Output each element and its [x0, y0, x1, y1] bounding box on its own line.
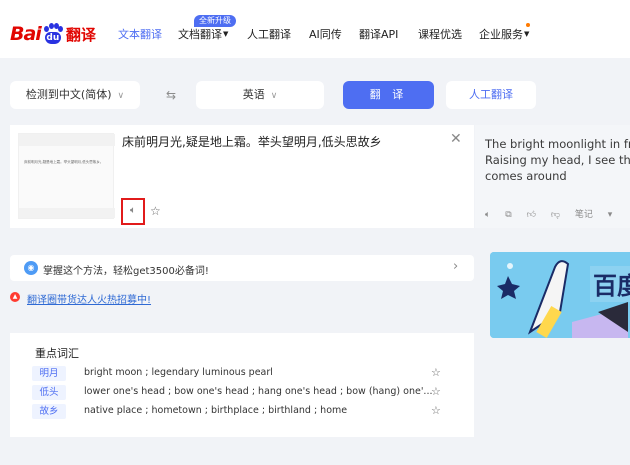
- baidu-fanyi-logo[interactable]: Bai du 翻译: [10, 21, 96, 47]
- notification-dot: [526, 23, 530, 27]
- source-image-thumbnail[interactable]: 床前明月光,疑是地上霜。举头望明月,低头思故乡。: [18, 133, 115, 219]
- copy-icon[interactable]: ⧉: [505, 210, 511, 220]
- chevron-down-icon: ∨: [117, 91, 125, 101]
- source-text-input[interactable]: 床前明月光,疑是地上霜。举头望明月,低头思故乡: [122, 133, 382, 150]
- nav-translate-api[interactable]: 翻译API: [359, 26, 398, 42]
- source-input-panel: 床前明月光,疑是地上霜。举头望明月,低头思故乡。 床前明月光,疑是地上霜。举头望…: [10, 125, 474, 228]
- thumbs-down-icon[interactable]: 👎︎: [551, 210, 560, 220]
- vocabulary-tip-bar[interactable]: ◉ 掌握这个方法，轻松get3500必备词! ›: [10, 255, 474, 281]
- promo-banner[interactable]: 百度: [490, 252, 630, 338]
- fire-icon: ▲: [10, 292, 20, 302]
- human-translate-button[interactable]: 人工翻译: [446, 81, 536, 109]
- source-language-label: 检测到中文(简体): [25, 88, 112, 101]
- vocab-row: 故乡 native place ; hometown ; birthplace …: [32, 404, 464, 419]
- top-navigation-bar: Bai du 翻译 文本翻译 全新升级 文档翻译▼ 人工翻译 AI同传 翻译AP…: [0, 0, 630, 58]
- vocab-definition: native place ; hometown ; birthplace ; b…: [84, 405, 348, 416]
- nav-document-translate[interactable]: 文档翻译▼: [178, 26, 228, 42]
- logo-bai-text: Bai: [10, 23, 42, 45]
- speaker-icon[interactable]: 🔈︎: [121, 198, 145, 225]
- chevron-right-icon: ›: [453, 259, 459, 274]
- recruit-link[interactable]: 翻译圈带货达人火热招募中!: [27, 291, 151, 306]
- translate-button[interactable]: 翻 译: [343, 81, 434, 109]
- source-language-select[interactable]: 检测到中文(简体) ∨: [10, 81, 140, 109]
- nav-document-translate-label: 文档翻译: [178, 28, 222, 41]
- nav-ai-interpretation[interactable]: AI同传: [309, 26, 342, 42]
- vocab-word[interactable]: 故乡: [32, 404, 66, 419]
- target-language-select[interactable]: 英语 ∨: [196, 81, 324, 109]
- swap-languages-icon[interactable]: ⇆: [160, 86, 182, 104]
- nav-courses[interactable]: 课程优选: [418, 26, 462, 42]
- vocab-definition: bright moon ; legendary luminous pearl: [84, 367, 273, 378]
- notes-button[interactable]: 笔记 ▾: [575, 210, 612, 220]
- thumbnail-preview-text: 床前明月光,疑是地上霜。举头望明月,低头思故乡。: [24, 160, 104, 164]
- baidu-paw-icon: du: [42, 23, 64, 45]
- vocab-row: 低头 lower one's head ; bow one's head ; h…: [32, 385, 464, 400]
- caret-down-icon: ▼: [524, 30, 530, 38]
- thumbs-up-icon[interactable]: 👍︎: [527, 210, 536, 220]
- logo-du-text: du: [44, 32, 61, 44]
- vocab-word[interactable]: 明月: [32, 366, 66, 381]
- output-speaker-icon[interactable]: 🔈︎: [485, 210, 490, 220]
- favorite-star-icon[interactable]: ☆: [431, 385, 441, 398]
- tip-text: 掌握这个方法，轻松get3500必备词!: [43, 266, 209, 277]
- output-line: The bright moonlight in fron: [485, 137, 630, 151]
- key-vocabulary-panel: 重点词汇 明月 bright moon ; legendary luminous…: [10, 333, 474, 437]
- vocabulary-title: 重点词汇: [35, 347, 79, 360]
- output-toolbar: 🔈︎ ⧉ 👍︎ 👎︎ 笔记 ▾: [485, 207, 624, 220]
- nav-enterprise-service-label: 企业服务: [479, 28, 523, 41]
- logo-fanyi-text: 翻译: [65, 25, 96, 44]
- vocab-word[interactable]: 低头: [32, 385, 66, 400]
- vocab-row: 明月 bright moon ; legendary luminous pear…: [32, 366, 464, 381]
- favorite-star-icon[interactable]: ☆: [431, 404, 441, 417]
- notes-label: 笔记: [574, 210, 593, 220]
- favorite-star-icon[interactable]: ☆: [150, 204, 161, 218]
- nav-enterprise-service[interactable]: 企业服务▼: [479, 26, 529, 42]
- nav-human-translate[interactable]: 人工翻译: [247, 26, 291, 42]
- promo-banner-title: 百度: [593, 272, 630, 300]
- vocab-definition: lower one's head ; bow one's head ; hang…: [84, 386, 433, 397]
- output-line: comes around: [485, 169, 567, 183]
- output-line: Raising my head, I see the: [485, 153, 630, 167]
- vocab-tip-icon: ◉: [24, 261, 38, 275]
- favorite-star-icon[interactable]: ☆: [431, 366, 441, 379]
- chevron-down-icon: ∨: [270, 91, 278, 101]
- translation-output-panel: The bright moonlight in fron Raising my …: [475, 125, 630, 228]
- clear-input-icon[interactable]: ✕: [450, 131, 462, 147]
- caret-down-icon: ▼: [223, 30, 229, 38]
- nav-text-translate[interactable]: 文本翻译: [118, 26, 162, 42]
- target-language-label: 英语: [242, 88, 265, 101]
